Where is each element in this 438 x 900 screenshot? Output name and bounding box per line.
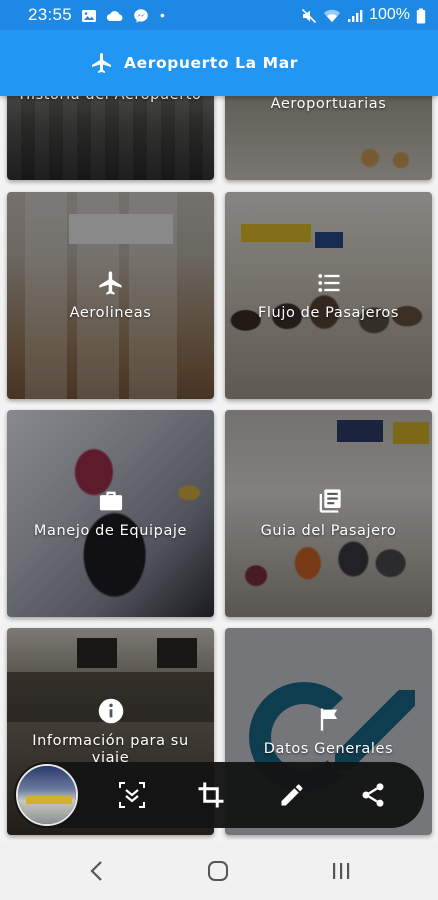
tile-label: Guia del Pasajero: [260, 523, 397, 539]
messenger-icon: [133, 8, 149, 23]
share-icon[interactable]: [357, 779, 389, 811]
tile-label: Aerolineas: [69, 305, 152, 321]
airplane-icon: [90, 51, 114, 75]
briefcase-icon: [97, 487, 125, 515]
back-icon[interactable]: [84, 858, 110, 884]
tile-label: Aeroportuarias: [270, 96, 387, 112]
app-screen: 23:55 • 100% Aeropuerto La Mar Aeroportu…: [0, 0, 438, 900]
tile-label: Manejo de Equipaje: [33, 523, 188, 539]
home-icon[interactable]: [205, 858, 231, 884]
app-title: Aeropuerto La Mar: [124, 54, 299, 72]
screenshot-thumbnail[interactable]: [16, 764, 78, 826]
tile-label: Historia del Aeropuerto: [19, 96, 201, 104]
image-icon: [81, 8, 97, 22]
tile-guia-pasajero[interactable]: Guia del Pasajero: [225, 410, 432, 617]
airplane-icon: [97, 269, 125, 297]
tile-manejo-equipaje[interactable]: Manejo de Equipaje: [7, 410, 214, 617]
tile-flujo-pasajeros[interactable]: Flujo de Pasajeros: [225, 192, 432, 399]
app-bar: Aeropuerto La Mar: [0, 30, 438, 96]
list-icon: [315, 269, 343, 297]
tile-label: Datos Generales: [263, 741, 394, 757]
recents-icon[interactable]: [328, 858, 354, 884]
mute-icon: [301, 8, 317, 24]
cloud-icon: [106, 8, 124, 22]
crop-icon[interactable]: [195, 779, 227, 811]
tile-aerolineas[interactable]: Aerolineas: [7, 192, 214, 399]
status-time: 23:55: [28, 5, 73, 24]
menu-grid: Historia del Aeropuerto Aeroportuarias A…: [0, 96, 438, 842]
info-icon: [97, 697, 125, 725]
dot-icon: •: [160, 7, 165, 23]
scroll-capture-icon[interactable]: [116, 779, 148, 811]
tile-aeroportuarias[interactable]: Aeroportuarias: [225, 96, 432, 180]
battery-icon: [416, 8, 426, 24]
signal-icon: [347, 8, 363, 22]
tile-label: Flujo de Pasajeros: [257, 305, 400, 321]
edit-icon[interactable]: [276, 779, 308, 811]
screenshot-toolbar: [14, 762, 424, 828]
status-bar: 23:55 • 100%: [0, 0, 438, 30]
tile-historia[interactable]: Historia del Aeropuerto: [7, 96, 214, 180]
article-icon: [315, 487, 343, 515]
wifi-icon: [323, 8, 341, 22]
battery-percent: 100%: [369, 6, 410, 23]
flag-icon: [315, 705, 343, 733]
system-nav-bar: [0, 842, 438, 900]
